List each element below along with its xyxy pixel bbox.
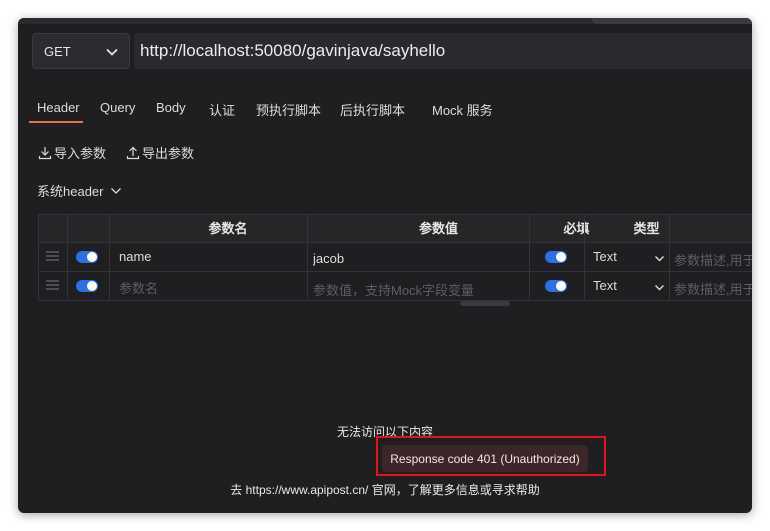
tab-pre-script[interactable]: 预执行脚本 xyxy=(256,100,321,119)
type-select-label[interactable]: Text xyxy=(593,278,617,293)
column-header-required: 必填 xyxy=(563,221,590,236)
chevron-down-icon xyxy=(111,187,122,194)
column-header-value: 参数值 xyxy=(418,221,458,236)
tab-body[interactable]: Body xyxy=(156,100,186,115)
required-toggle[interactable] xyxy=(545,280,567,292)
chevron-down-icon[interactable] xyxy=(654,282,665,293)
export-params-button[interactable]: 导出参数 xyxy=(126,143,194,162)
system-header-toggle[interactable]: 系统header xyxy=(37,181,123,200)
resize-handle[interactable] xyxy=(460,301,510,306)
column-divider xyxy=(109,214,110,300)
param-value-input[interactable]: 参数值，支持Mock字段变量 xyxy=(313,280,474,299)
chevron-down-icon[interactable] xyxy=(654,253,665,264)
column-divider xyxy=(529,214,530,300)
drag-handle-icon[interactable] xyxy=(46,280,59,290)
error-help-text: 去 https://www.apipost.cn/ 官网，了解更多信息或寻求帮助 xyxy=(230,483,540,497)
tab-header[interactable]: Header xyxy=(37,100,80,115)
column-divider xyxy=(67,214,68,300)
tab-mock[interactable]: Mock 服务 xyxy=(432,100,493,119)
drag-handle-icon[interactable] xyxy=(46,251,59,261)
chevron-down-icon xyxy=(106,48,118,56)
param-description-input[interactable]: 参数描述,用于 xyxy=(674,279,752,298)
table-row: 参数名 参数值，支持Mock字段变量 Text 参数描述,用于 xyxy=(38,272,752,301)
tab-auth[interactable]: 认证 xyxy=(209,100,235,119)
window-top-control xyxy=(592,18,752,24)
param-name-input[interactable]: name xyxy=(119,249,152,264)
import-icon xyxy=(38,146,52,159)
param-value-input[interactable]: jacob xyxy=(313,251,344,266)
url-text: http://localhost:50080/gavinjava/sayhell… xyxy=(140,41,446,60)
column-header-type: 类型 xyxy=(633,221,660,236)
row-enabled-toggle[interactable] xyxy=(76,251,98,263)
error-message: Response code 401 (Unauthorized) xyxy=(390,451,580,466)
import-params-button[interactable]: 导入参数 xyxy=(38,143,106,162)
system-header-label: 系统header xyxy=(37,184,104,199)
request-bar: GET http://localhost:50080/gavinjava/say… xyxy=(32,33,752,71)
param-description-input[interactable]: 参数描述,用于 xyxy=(674,250,752,269)
required-toggle[interactable] xyxy=(545,251,567,263)
column-divider xyxy=(584,214,585,300)
tab-post-script[interactable]: 后执行脚本 xyxy=(340,100,405,119)
column-header-name: 参数名 xyxy=(208,221,248,236)
param-name-input[interactable]: 参数名 xyxy=(119,278,158,297)
method-label: GET xyxy=(44,43,71,59)
column-divider xyxy=(669,214,670,300)
url-input[interactable]: http://localhost:50080/gavinjava/sayhell… xyxy=(134,33,752,69)
app-window: GET http://localhost:50080/gavinjava/say… xyxy=(18,18,752,513)
active-tab-indicator xyxy=(29,121,83,123)
error-message-badge: Response code 401 (Unauthorized) xyxy=(382,445,588,472)
import-params-label: 导入参数 xyxy=(54,146,107,161)
row-enabled-toggle[interactable] xyxy=(76,280,98,292)
tab-query[interactable]: Query xyxy=(100,100,135,115)
table-header-row: 参数名 参数值 必填 类型 xyxy=(38,214,752,243)
export-params-label: 导出参数 xyxy=(142,146,195,161)
table-row: name jacob Text 参数描述,用于 xyxy=(38,243,752,272)
column-divider xyxy=(307,214,308,300)
export-icon xyxy=(126,146,140,159)
header-params-table: 参数名 参数值 必填 类型 name jacob Text 参数描述,用于 参数… xyxy=(38,214,752,301)
type-select-label[interactable]: Text xyxy=(593,249,617,264)
method-select[interactable]: GET xyxy=(32,33,130,69)
column-divider xyxy=(38,214,39,300)
